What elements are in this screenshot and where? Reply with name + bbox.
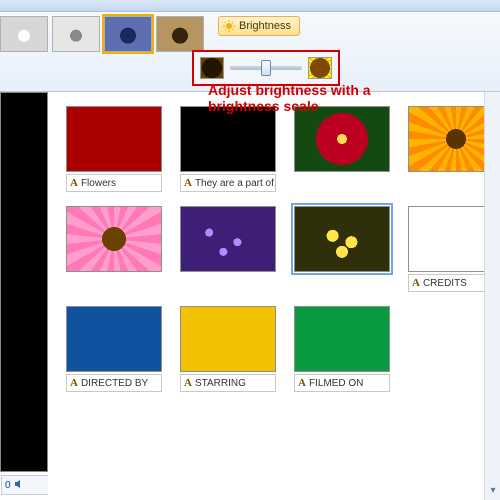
brightness-preview-light[interactable] (308, 57, 332, 79)
brightness-slider[interactable] (230, 66, 302, 70)
preview-controls[interactable]: 0 (1, 475, 49, 495)
effects-gallery: Brightness (0, 16, 500, 52)
brightness-panel (192, 50, 340, 86)
clip-caption[interactable]: A They are a part of... (180, 174, 276, 192)
clip-thumb (180, 206, 276, 272)
preview-pane: 0 (0, 92, 48, 472)
clip-thumb (66, 206, 162, 272)
effect-thumb[interactable] (156, 16, 204, 52)
window-titlebar (0, 0, 500, 12)
brightness-label: Brightness (239, 20, 291, 32)
text-icon: A (70, 377, 78, 389)
caption-text: CREDITS (423, 278, 467, 289)
clip[interactable] (180, 206, 276, 272)
ribbon: Brightness (0, 12, 500, 92)
brightness-slider-handle[interactable] (261, 60, 271, 76)
zoom-value: 0 (5, 480, 11, 491)
sun-icon (223, 20, 235, 32)
storyboard: A Flowers A They are a part of... (48, 92, 500, 500)
work-area: 0 A Flowers A They are a part of... (0, 92, 500, 500)
clip-thumb (66, 106, 162, 172)
storyboard-row: A DIRECTED BY A STARRING A FILMED ON (66, 306, 494, 372)
clip-thumb (294, 106, 390, 172)
caption-text: FILMED ON (309, 378, 363, 389)
clip-thumb (294, 306, 390, 372)
brightness-button[interactable]: Brightness (218, 16, 300, 36)
clip-selected[interactable] (294, 206, 390, 272)
clip[interactable]: A FILMED ON (294, 306, 390, 372)
effect-thumb[interactable] (52, 16, 100, 52)
text-icon: A (298, 377, 306, 389)
clip-thumb (180, 306, 276, 372)
effect-thumb[interactable] (0, 16, 48, 52)
text-icon: A (70, 177, 78, 189)
speaker-icon (14, 479, 24, 492)
caption-text: STARRING (195, 378, 246, 389)
effect-thumb-selected[interactable] (104, 16, 152, 52)
caption-text: Flowers (81, 178, 116, 189)
scrollbar-vertical[interactable]: ▾ (484, 92, 500, 500)
clip-thumb (66, 306, 162, 372)
caption-text: They are a part of... (195, 178, 276, 189)
clip-caption[interactable]: A FILMED ON (294, 374, 390, 392)
clip[interactable]: A Flowers (66, 106, 162, 172)
clip-caption[interactable]: A Flowers (66, 174, 162, 192)
storyboard-row: A Flowers A They are a part of... (66, 106, 494, 172)
caption-text: DIRECTED BY (81, 378, 148, 389)
clip-caption[interactable]: A DIRECTED BY (66, 374, 162, 392)
storyboard-row: A CREDITS (66, 206, 494, 272)
text-icon: A (184, 177, 192, 189)
text-icon: A (412, 277, 420, 289)
brightness-preview-dark[interactable] (200, 57, 224, 79)
clip[interactable] (294, 106, 390, 172)
clip[interactable]: A They are a part of... (180, 106, 276, 172)
clip[interactable]: A DIRECTED BY (66, 306, 162, 372)
clip-thumb (180, 106, 276, 172)
scroll-down-icon[interactable]: ▾ (487, 484, 499, 496)
clip[interactable] (66, 206, 162, 272)
clip-caption[interactable]: A STARRING (180, 374, 276, 392)
text-icon: A (184, 377, 192, 389)
clip-thumb (294, 206, 390, 272)
clip[interactable]: A STARRING (180, 306, 276, 372)
